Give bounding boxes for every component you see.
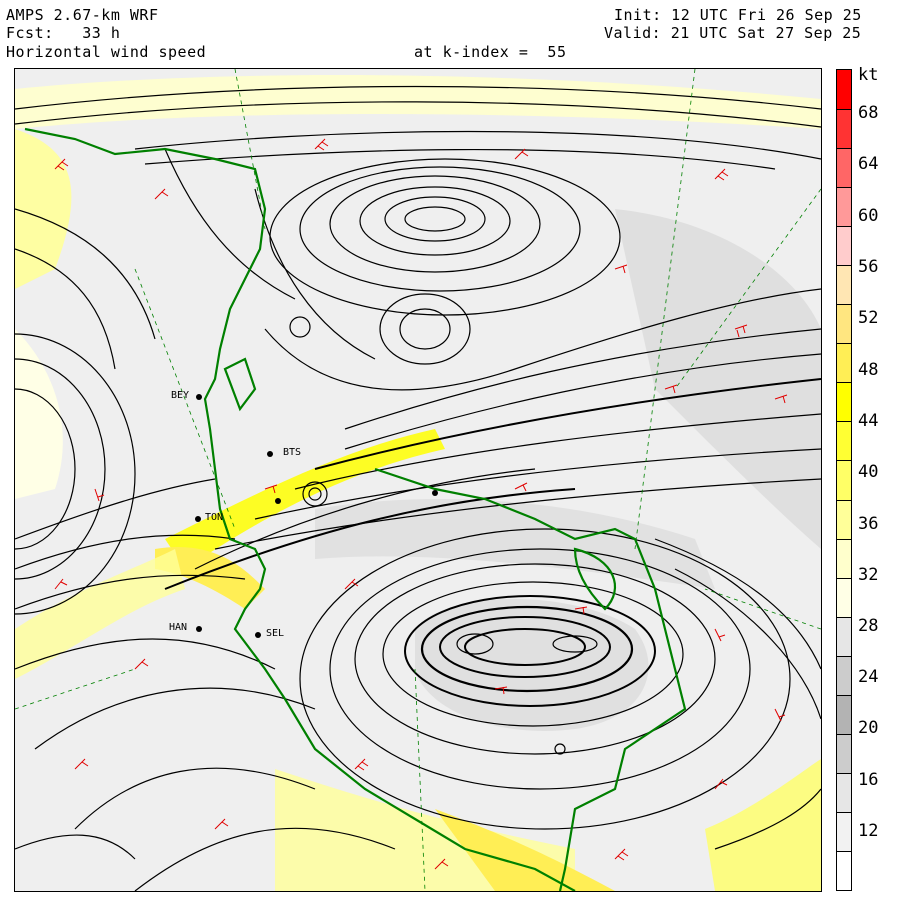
station-label-han: HAN	[169, 622, 188, 633]
colorbar-segment	[837, 616, 851, 656]
field-name: Horizontal wind speed	[6, 43, 207, 61]
station-marker-sel	[255, 632, 261, 638]
colorbar-tick-label: 64	[858, 154, 879, 174]
colorbar-segment	[837, 577, 851, 617]
colorbar-segment	[837, 694, 851, 734]
colorbar-tick-label: 16	[858, 770, 879, 790]
colorbar-segment	[837, 343, 851, 383]
colorbar-tick-label: 52	[858, 308, 879, 328]
colorbar-tick-label: 32	[858, 565, 879, 585]
station-marker-han	[196, 626, 202, 632]
init-time: Init: 12 UTC Fri 26 Sep 25	[614, 6, 862, 24]
colorbar-tick-label: 48	[858, 360, 879, 380]
valid-time: Valid: 21 UTC Sat 27 Sep 25	[604, 24, 862, 42]
colorbar-segment	[837, 109, 851, 149]
colorbar-segment	[837, 304, 851, 344]
colorbar-tick-label: 28	[858, 616, 879, 636]
colorbar-tick-label: 24	[858, 667, 879, 687]
colorbar-tick-label: 60	[858, 206, 879, 226]
colorbar-tick-label: 40	[858, 462, 879, 482]
colorbar	[836, 69, 852, 891]
colorbar-segment	[837, 811, 851, 851]
colorbar-tick-label: 20	[858, 718, 879, 738]
colorbar-segment	[837, 460, 851, 500]
colorbar-tick-label: 56	[858, 257, 879, 277]
station-label-sel: SEL	[266, 628, 285, 639]
colorbar-unit: kt	[858, 65, 879, 85]
colorbar-segment	[837, 265, 851, 305]
colorbar-segment	[837, 655, 851, 695]
colorbar-segment	[837, 382, 851, 422]
forecast-hour: Fcst: 33 h	[6, 24, 121, 42]
station-marker-ton	[195, 516, 201, 522]
wind-map: BTS TON HAN SEL BEY	[14, 68, 822, 892]
colorbar-tick-label: 44	[858, 411, 879, 431]
colorbar-segment	[837, 733, 851, 773]
colorbar-tick-label: 12	[858, 821, 879, 841]
colorbar-segment	[837, 772, 851, 812]
colorbar-segment	[837, 70, 851, 110]
station-label-bts: BTS	[283, 447, 302, 458]
colorbar-tick-label: 68	[858, 103, 879, 123]
station-marker-bey	[196, 394, 202, 400]
wind-map-graphic	[15, 69, 821, 891]
colorbar-segment	[837, 187, 851, 227]
model-title: AMPS 2.67-km WRF	[6, 6, 159, 24]
colorbar-segment	[837, 226, 851, 266]
colorbar-segment	[837, 421, 851, 461]
colorbar-segment	[837, 538, 851, 578]
colorbar-segment	[837, 499, 851, 539]
colorbar-segment	[837, 850, 851, 890]
station-label-bey: BEY	[171, 390, 190, 401]
level-label: at k-index = 55	[414, 43, 567, 61]
station-label-ton: TON	[205, 512, 224, 523]
colorbar-segment	[837, 148, 851, 188]
colorbar-tick-label: 36	[858, 514, 879, 534]
station-marker-bts	[267, 451, 273, 457]
